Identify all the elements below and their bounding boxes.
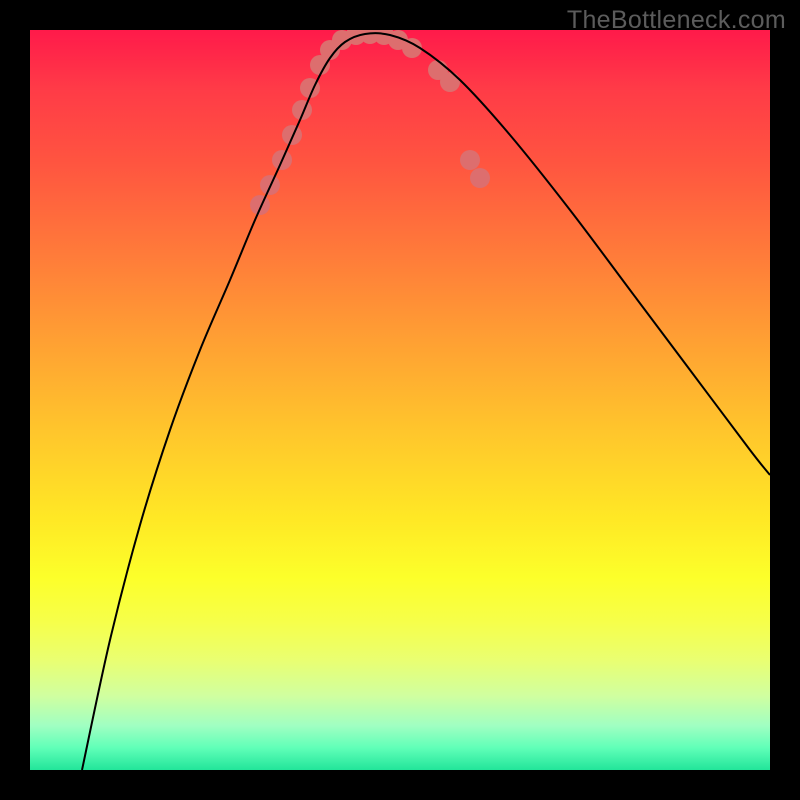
curve-svg bbox=[30, 30, 770, 770]
highlight-dot bbox=[300, 78, 320, 98]
highlight-dot bbox=[440, 72, 460, 92]
highlight-dots-group bbox=[250, 30, 490, 215]
highlight-dot bbox=[388, 30, 408, 50]
highlight-dot bbox=[282, 125, 302, 145]
plot-area bbox=[30, 30, 770, 770]
highlight-dot bbox=[346, 30, 366, 45]
highlight-dot bbox=[332, 30, 352, 50]
bottleneck-curve bbox=[82, 33, 770, 770]
highlight-dot bbox=[272, 150, 292, 170]
highlight-dot bbox=[260, 175, 280, 195]
highlight-dot bbox=[374, 30, 394, 45]
highlight-dot bbox=[360, 30, 380, 44]
chart-container: TheBottleneck.com bbox=[0, 0, 800, 800]
highlight-dot bbox=[428, 60, 448, 80]
highlight-dot bbox=[460, 150, 480, 170]
highlight-dot bbox=[470, 168, 490, 188]
highlight-dot bbox=[292, 100, 312, 120]
highlight-dot bbox=[320, 40, 340, 60]
highlight-dot bbox=[250, 195, 270, 215]
highlight-dot bbox=[402, 38, 422, 58]
highlight-dot bbox=[310, 55, 330, 75]
